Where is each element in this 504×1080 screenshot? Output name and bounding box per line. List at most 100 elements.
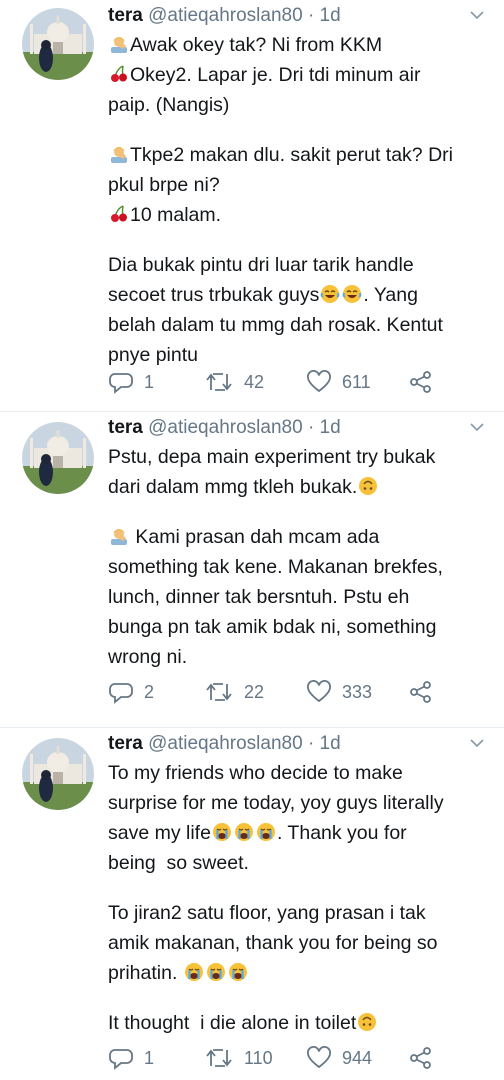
tweet-text-line: 10 malam. bbox=[108, 200, 488, 230]
text-run: Pstu, depa main experiment try bukak bbox=[108, 446, 436, 468]
tweet-text-line: bunga pn tak amik bdak ni, something bbox=[108, 612, 488, 642]
joy-emoji bbox=[342, 283, 362, 303]
text-run: amik makanan, thank you for being so bbox=[108, 932, 438, 954]
author-handle[interactable]: @atieqahroslan80 bbox=[148, 733, 303, 754]
reply-icon bbox=[109, 1049, 133, 1070]
heart-icon bbox=[307, 370, 331, 393]
retweet-icon bbox=[206, 373, 232, 391]
cry-emoji bbox=[234, 821, 254, 841]
tweet-text-line: Kami prasan dah mcam ada bbox=[108, 522, 488, 552]
tweet-text-line: pnye pintu bbox=[108, 340, 488, 370]
tweet-text-line: being so sweet. bbox=[108, 848, 488, 878]
reply-button[interactable]: 1 bbox=[108, 370, 154, 394]
share-button[interactable] bbox=[408, 1046, 434, 1070]
joy-emoji bbox=[320, 283, 340, 303]
author-handle[interactable]: @atieqahroslan80 bbox=[148, 417, 303, 438]
cry-emoji bbox=[212, 821, 232, 841]
tweet-header: tera @atieqahroslan80 · 1d bbox=[108, 4, 464, 28]
tweet-text-line: Okey2. Lapar je. Dri tdi minum air bbox=[108, 60, 488, 90]
avatar[interactable] bbox=[22, 422, 94, 494]
heart-icon bbox=[307, 1046, 331, 1069]
cry-emoji bbox=[256, 821, 276, 841]
like-count: 333 bbox=[342, 681, 373, 702]
share-icon bbox=[410, 681, 431, 703]
person-emoji bbox=[109, 33, 129, 53]
text-run: It thought i die alone in toilet bbox=[108, 1012, 357, 1034]
person-emoji bbox=[109, 143, 129, 163]
text-run: prihatin. bbox=[108, 962, 183, 984]
tweet[interactable]: tera @atieqahroslan80 · 1d Pstu, depa ma… bbox=[0, 412, 504, 728]
tweet-text-line: surprise for me today, yoy guys literall… bbox=[108, 788, 488, 818]
avatar[interactable] bbox=[22, 8, 94, 80]
like-button[interactable]: 333 bbox=[306, 680, 372, 704]
text-run: surprise for me today, yoy guys literall… bbox=[108, 792, 444, 814]
avatar-image bbox=[22, 738, 94, 810]
reply-icon bbox=[109, 683, 133, 704]
retweet-icon bbox=[206, 1049, 232, 1067]
heart-icon bbox=[307, 680, 331, 703]
text-run: being so sweet. bbox=[108, 852, 249, 874]
tweet-text-line: amik makanan, thank you for being so bbox=[108, 928, 488, 958]
text-run: paip. (Nangis) bbox=[108, 94, 230, 116]
avatar[interactable] bbox=[22, 738, 94, 810]
tweet-text-line: It thought i die alone in toilet bbox=[108, 1008, 488, 1038]
tweet[interactable]: tera @atieqahroslan80 · 1d To my friends… bbox=[0, 728, 504, 1080]
retweet-count: 110 bbox=[244, 1047, 273, 1068]
text-run: 10 malam. bbox=[130, 204, 222, 226]
tweet-text-line: dari dalam mmg tkleh bukak. bbox=[108, 472, 488, 502]
retweet-count: 22 bbox=[244, 681, 265, 702]
chevron-down-icon[interactable] bbox=[468, 736, 486, 750]
text-run: Okey2. Lapar je. Dri tdi minum air bbox=[130, 64, 421, 86]
text-run: pnye pintu bbox=[108, 344, 198, 366]
retweet-button[interactable]: 110 bbox=[204, 1046, 273, 1070]
cherries-emoji bbox=[109, 203, 129, 223]
text-run: dari dalam mmg tkleh bukak. bbox=[108, 476, 358, 498]
chevron-down-icon[interactable] bbox=[468, 8, 486, 22]
upside-down-emoji bbox=[358, 475, 378, 495]
like-button[interactable]: 611 bbox=[306, 370, 371, 394]
tweet-text-line: Awak okey tak? Ni from KKM bbox=[108, 30, 488, 60]
timeline: tera @atieqahroslan80 · 1d Awak okey tak… bbox=[0, 0, 504, 1080]
tweet-text-line: secoet trus trbukak guys . Yang bbox=[108, 280, 488, 310]
timestamp[interactable]: 1d bbox=[320, 417, 341, 438]
cherries-emoji bbox=[109, 63, 129, 83]
tweet-actions: 1 42 611 bbox=[108, 370, 444, 398]
retweet-button[interactable]: 42 bbox=[204, 370, 264, 394]
reply-button[interactable]: 2 bbox=[108, 680, 154, 704]
like-count: 611 bbox=[342, 371, 371, 392]
author-name[interactable]: tera bbox=[108, 5, 143, 26]
share-icon bbox=[410, 1047, 431, 1069]
cry-emoji bbox=[228, 961, 248, 981]
tweet-actions: 1 110 944 bbox=[108, 1046, 444, 1074]
chevron-down-icon[interactable] bbox=[468, 420, 486, 434]
separator: · bbox=[307, 417, 315, 438]
reply-button[interactable]: 1 bbox=[108, 1046, 154, 1070]
tweet-header: tera @atieqahroslan80 · 1d bbox=[108, 416, 464, 440]
retweet-count: 42 bbox=[244, 371, 265, 392]
author-name[interactable]: tera bbox=[108, 417, 143, 438]
text-run: Tkpe2 makan dlu. sakit perut tak? Dri bbox=[130, 144, 453, 166]
timestamp[interactable]: 1d bbox=[320, 733, 341, 754]
avatar-image bbox=[22, 8, 94, 80]
tweet-text: To my friends who decide to make surprise… bbox=[108, 758, 488, 1038]
timestamp[interactable]: 1d bbox=[320, 5, 341, 26]
text-run: Dia bukak pintu dri luar tarik handle bbox=[108, 254, 414, 276]
share-button[interactable] bbox=[408, 680, 434, 704]
share-icon bbox=[410, 371, 431, 393]
author-name[interactable]: tera bbox=[108, 733, 143, 754]
retweet-button[interactable]: 22 bbox=[204, 680, 264, 704]
text-run: something tak kene. Makanan brekfes, bbox=[108, 556, 443, 578]
retweet-icon bbox=[206, 683, 232, 701]
text-run: secoet trus trbukak guys bbox=[108, 284, 320, 306]
like-button[interactable]: 944 bbox=[306, 1046, 372, 1070]
tweet[interactable]: tera @atieqahroslan80 · 1d Awak okey tak… bbox=[0, 0, 504, 412]
share-button[interactable] bbox=[408, 370, 434, 394]
tweet-text-line: pkul brpe ni? bbox=[108, 170, 488, 200]
text-run: To jiran2 satu floor, yang prasan i tak bbox=[108, 902, 426, 924]
author-handle[interactable]: @atieqahroslan80 bbox=[148, 5, 303, 26]
tweet-text-line: Tkpe2 makan dlu. sakit perut tak? Dri bbox=[108, 140, 488, 170]
